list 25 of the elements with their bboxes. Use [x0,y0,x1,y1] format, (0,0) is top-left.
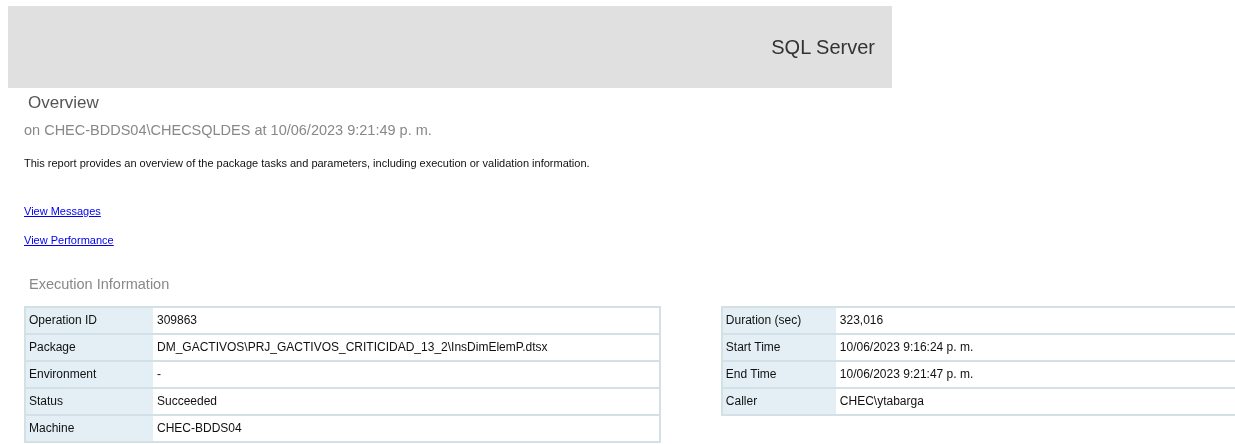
description: This report provides an overview of the package tasks and parameters, including execution or validation information. [24,156,591,171]
subtitle: on CHEC-BDDS04\CHECSQLDES at 10/06/2023 9:21:49 p. m. [24,121,433,140]
report-link[interactable]: View Messages [24,203,101,219]
page-title: Overview [28,92,100,114]
field-value: DM_GACTIVOS\PRJ_GACTIVOS_CRITICIDAD_13_2\InsDimElemP.dtsx [153,334,659,360]
field-label: Caller [722,388,836,414]
field-label: Package [26,334,153,360]
field-value: CHEC-BDDS04 [153,415,659,441]
field-label: Status [26,388,153,414]
field-value: - [153,361,659,387]
field-value: 10/06/2023 9:16:24 p. m. [835,334,1235,360]
field-value: 10/06/2023 9:21:47 p. m. [835,361,1235,387]
field-value: 323,016 [835,307,1235,333]
section-title: Execution Information [29,274,170,294]
field-label: Operation ID [26,307,153,333]
field-label: Environment [26,361,153,387]
field-value: Succeeded [153,388,659,414]
field-label: Duration (sec) [722,307,836,333]
field-label: Machine [26,415,153,441]
field-value: CHEC\ytabarga [835,388,1235,414]
header-title: SQL Server [771,35,875,60]
field-label: End Time [722,361,836,387]
field-label: Start Time [722,334,836,360]
field-value: 309863 [153,307,659,333]
report-link[interactable]: View Performance [24,232,114,248]
